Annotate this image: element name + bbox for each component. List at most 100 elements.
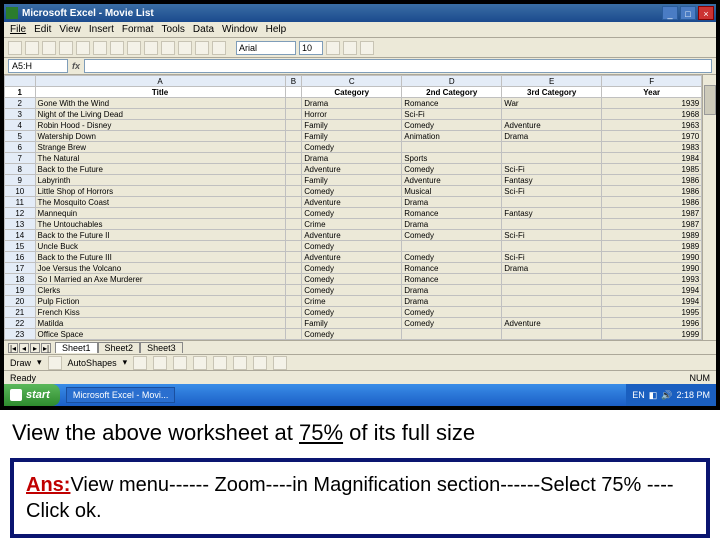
table-row[interactable]: 5Watership DownFamilyAnimationDrama1970 — [5, 131, 702, 142]
name-box[interactable] — [8, 59, 68, 73]
menu-file[interactable]: File — [10, 24, 26, 35]
table-row[interactable]: 17Joe Versus the VolcanoComedyRomanceDra… — [5, 263, 702, 274]
menubar: File Edit View Insert Format Tools Data … — [4, 22, 716, 38]
menu-edit[interactable]: Edit — [34, 24, 51, 35]
print-icon[interactable] — [59, 41, 73, 55]
sheet-tab-3[interactable]: Sheet3 — [140, 342, 183, 353]
table-row[interactable]: 7The NaturalDramaSports1984 — [5, 153, 702, 164]
menu-window[interactable]: Window — [222, 24, 258, 35]
table-row[interactable]: 6Strange BrewComedy1983 — [5, 142, 702, 153]
tab-last-icon[interactable]: ▸| — [41, 343, 51, 353]
table-row[interactable]: 22MatildaFamilyComedyAdventure1996 — [5, 318, 702, 329]
arrow-icon[interactable] — [153, 356, 167, 370]
cut-icon[interactable] — [93, 41, 107, 55]
table-row[interactable]: 15Uncle BuckComedy1989 — [5, 241, 702, 252]
font-selector[interactable]: Arial — [236, 41, 296, 55]
table-header-row[interactable]: 1TitleCategory2nd Category3rd CategoryYe… — [5, 87, 702, 98]
maximize-button[interactable]: □ — [680, 6, 696, 20]
col-E[interactable]: E — [502, 76, 602, 87]
drawing-toolbar: Draw ▾ AutoShapes ▾ — [4, 354, 716, 370]
column-headers[interactable]: A B C D E F — [5, 76, 702, 87]
vertical-scrollbar[interactable] — [702, 75, 716, 340]
open-icon[interactable] — [25, 41, 39, 55]
start-button[interactable]: start — [4, 384, 60, 406]
oval-icon[interactable] — [193, 356, 207, 370]
table-row[interactable]: 20Pulp FictionCrimeDrama1994 — [5, 296, 702, 307]
menu-insert[interactable]: Insert — [89, 24, 114, 35]
col-B[interactable]: B — [285, 76, 302, 87]
bold-icon[interactable] — [326, 41, 340, 55]
table-row[interactable]: 18So I Married an Axe MurdererComedyRoma… — [5, 274, 702, 285]
undo-icon[interactable] — [144, 41, 158, 55]
preview-icon[interactable] — [76, 41, 90, 55]
minimize-button[interactable]: _ — [662, 6, 678, 20]
wordart-icon[interactable] — [233, 356, 247, 370]
tab-prev-icon[interactable]: ◂ — [19, 343, 29, 353]
close-button[interactable]: × — [698, 6, 714, 20]
answer-text: View menu------ Zoom----in Magnification… — [26, 474, 674, 522]
sheet-tab-1[interactable]: Sheet1 — [55, 342, 98, 353]
fontsize-selector[interactable]: 10 — [299, 41, 323, 55]
save-icon[interactable] — [42, 41, 56, 55]
line-color-icon[interactable] — [273, 356, 287, 370]
tray-icon[interactable]: ◧ — [649, 390, 658, 401]
table-row[interactable]: 21French KissComedyComedy1995 — [5, 307, 702, 318]
rect-icon[interactable] — [173, 356, 187, 370]
col-F[interactable]: F — [602, 76, 702, 87]
table-row[interactable]: 11The Mosquito CoastAdventureDrama1986 — [5, 197, 702, 208]
menu-format[interactable]: Format — [122, 24, 154, 35]
menu-help[interactable]: Help — [266, 24, 287, 35]
col-C[interactable]: C — [302, 76, 402, 87]
excel-window: Microsoft Excel - Movie List _ □ × File … — [4, 4, 716, 406]
taskbar-item-excel[interactable]: Microsoft Excel - Movi... — [66, 387, 176, 403]
excel-screenshot: Microsoft Excel - Movie List _ □ × File … — [0, 0, 720, 410]
menu-tools[interactable]: Tools — [162, 24, 185, 35]
col-A[interactable]: A — [35, 76, 285, 87]
paste-icon[interactable] — [127, 41, 141, 55]
system-tray[interactable]: EN ◧ 🔊 2:18 PM — [626, 384, 716, 406]
table-row[interactable]: 13The UntouchablesCrimeDrama1987 — [5, 219, 702, 230]
select-all-corner[interactable] — [5, 76, 36, 87]
answer-label: Ans: — [26, 474, 70, 496]
new-icon[interactable] — [8, 41, 22, 55]
chart-icon[interactable] — [212, 41, 226, 55]
table-row[interactable]: 19ClerksComedyDrama1994 — [5, 285, 702, 296]
col-D[interactable]: D — [402, 76, 502, 87]
table-row[interactable]: 8Back to the FutureAdventureComedySci-Fi… — [5, 164, 702, 175]
table-row[interactable]: 14Back to the Future IIAdventureComedySc… — [5, 230, 702, 241]
lang-indicator[interactable]: EN — [632, 390, 645, 400]
textbox-icon[interactable] — [213, 356, 227, 370]
line-icon[interactable] — [133, 356, 147, 370]
sort-asc-icon[interactable] — [178, 41, 192, 55]
windows-taskbar: start Microsoft Excel - Movi... EN ◧ 🔊 2… — [4, 384, 716, 406]
table-row[interactable]: 12MannequinComedyRomanceFantasy1987 — [5, 208, 702, 219]
table-row[interactable]: 9LabyrinthFamilyAdventureFantasy1986 — [5, 175, 702, 186]
redo-icon[interactable] — [161, 41, 175, 55]
table-row[interactable]: 23Office SpaceComedy1999 — [5, 329, 702, 340]
autoshapes-menu[interactable]: AutoShapes — [68, 358, 117, 368]
menu-data[interactable]: Data — [193, 24, 214, 35]
fx-icon[interactable]: fx — [72, 61, 80, 71]
table-row[interactable]: 4Robin Hood - DisneyFamilyComedyAdventur… — [5, 120, 702, 131]
underline-icon[interactable] — [360, 41, 374, 55]
clock[interactable]: 2:18 PM — [676, 390, 710, 400]
italic-icon[interactable] — [343, 41, 357, 55]
menu-view[interactable]: View — [59, 24, 81, 35]
tab-next-icon[interactable]: ▸ — [30, 343, 40, 353]
window-controls: _ □ × — [662, 6, 714, 20]
table-row[interactable]: 3Night of the Living DeadHorrorSci-Fi196… — [5, 109, 702, 120]
formula-bar[interactable] — [84, 59, 712, 73]
fill-color-icon[interactable] — [253, 356, 267, 370]
scrollbar-thumb[interactable] — [704, 85, 716, 115]
copy-icon[interactable] — [110, 41, 124, 55]
table-row[interactable]: 16Back to the Future IIIAdventureComedyS… — [5, 252, 702, 263]
table-row[interactable]: 10Little Shop of HorrorsComedyMusicalSci… — [5, 186, 702, 197]
select-arrow-icon[interactable] — [48, 356, 62, 370]
sheet-tab-2[interactable]: Sheet2 — [98, 342, 141, 353]
tray-volume-icon[interactable]: 🔊 — [661, 390, 672, 401]
table-row[interactable]: 2Gone With the WindDramaRomanceWar1939 — [5, 98, 702, 109]
sort-desc-icon[interactable] — [195, 41, 209, 55]
tab-first-icon[interactable]: |◂ — [8, 343, 18, 353]
spreadsheet-grid[interactable]: A B C D E F 1TitleCategory2nd Category3r… — [4, 75, 702, 340]
draw-menu[interactable]: Draw — [10, 358, 31, 368]
